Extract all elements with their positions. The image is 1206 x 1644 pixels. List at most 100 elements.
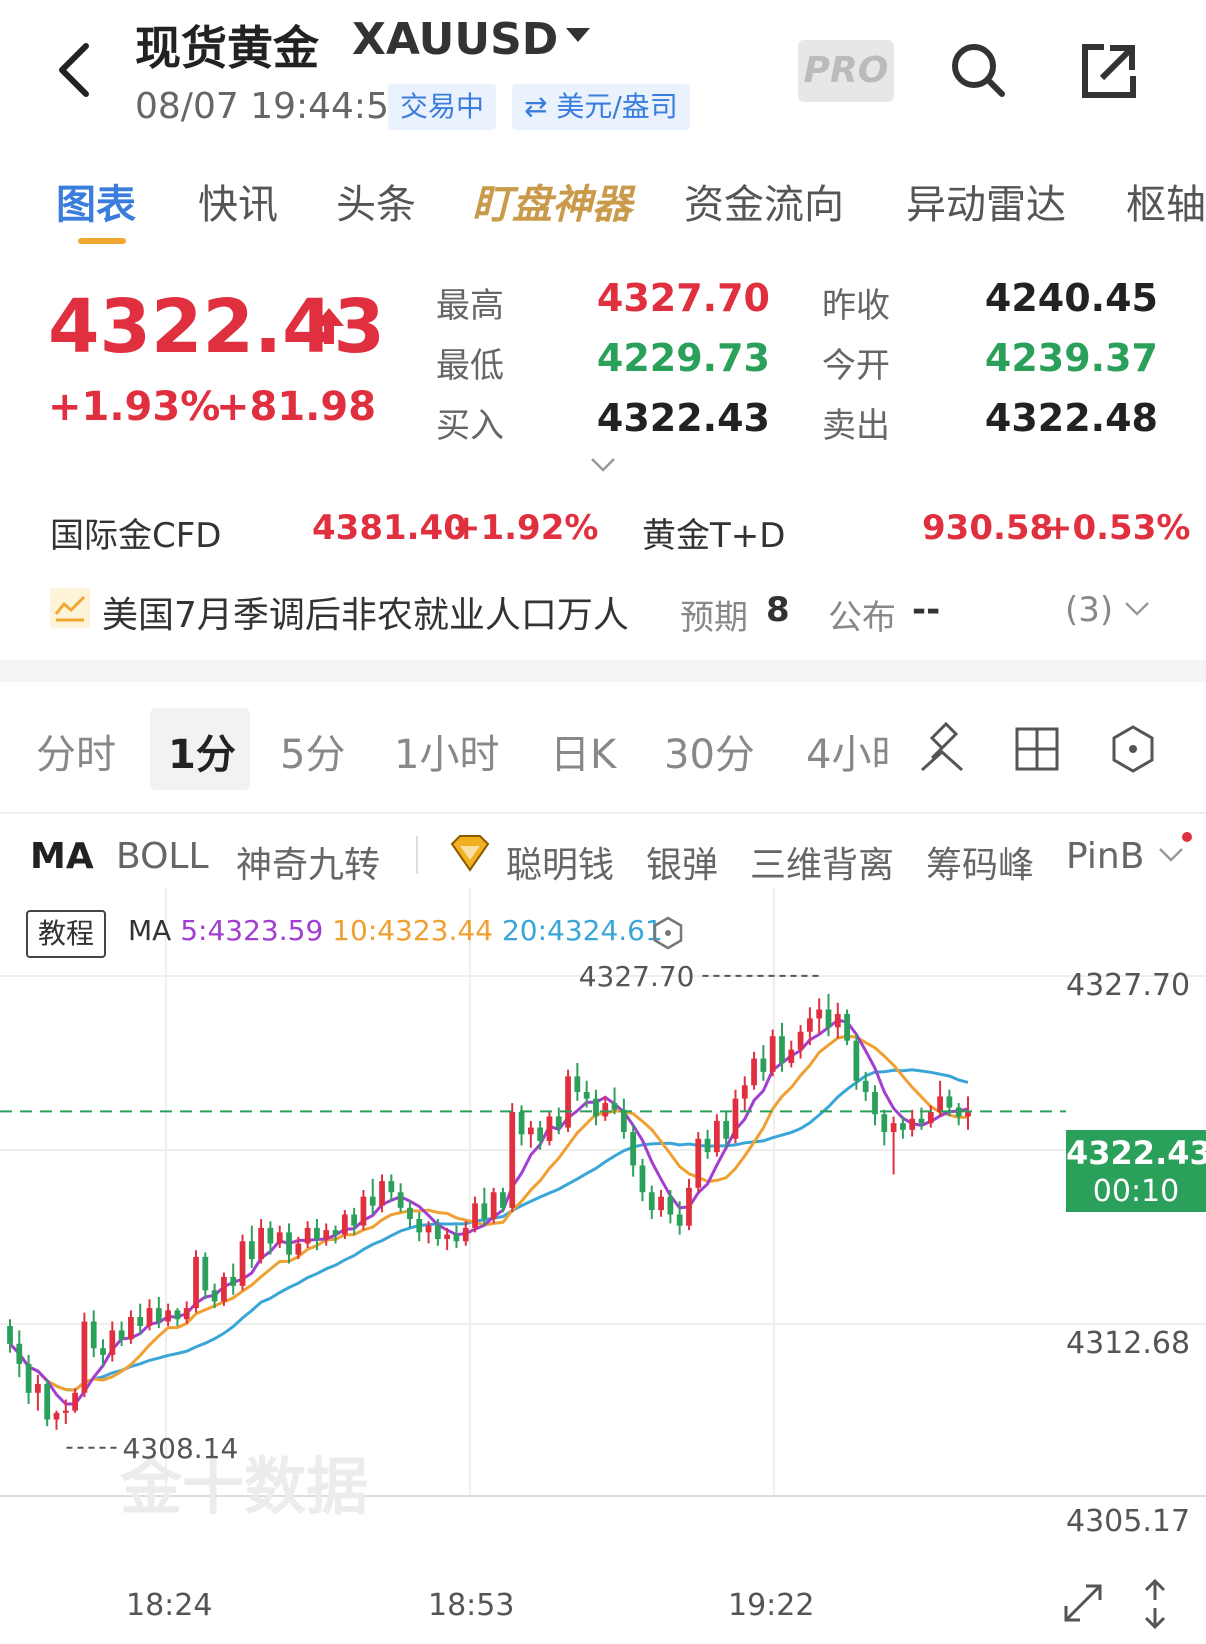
candle bbox=[732, 1089, 739, 1144]
candle-body bbox=[230, 1276, 237, 1286]
back-icon[interactable] bbox=[50, 40, 100, 100]
tab-flash[interactable]: 快讯 bbox=[198, 172, 278, 230]
related-value: 930.58 bbox=[922, 508, 1054, 548]
candle-body bbox=[862, 1080, 869, 1092]
candle-body bbox=[779, 1036, 785, 1063]
candle bbox=[965, 1096, 971, 1130]
candle bbox=[146, 1299, 153, 1331]
open-label: 今开 bbox=[822, 346, 890, 386]
chevron-down-icon[interactable] bbox=[1124, 600, 1150, 618]
search-icon[interactable] bbox=[948, 40, 1008, 100]
candle-body bbox=[7, 1325, 13, 1344]
period-tab[interactable]: 日K bbox=[550, 722, 616, 780]
y-axis-label: 4327.70 bbox=[1066, 968, 1191, 1003]
low-marker-label: 4308.14 bbox=[123, 1432, 239, 1465]
event-expected-label: 预期 bbox=[680, 598, 748, 638]
indicator-silver-bullet[interactable]: 银弹 bbox=[646, 836, 718, 888]
candle-body bbox=[751, 1058, 757, 1086]
candle bbox=[704, 1129, 711, 1159]
low-value: 4229.73 bbox=[596, 336, 770, 380]
ma-legend-label: MA bbox=[128, 914, 172, 947]
tab-fund-flow[interactable]: 资金流向 bbox=[684, 172, 844, 230]
candle bbox=[844, 1009, 850, 1046]
indicator-ma[interactable]: MA bbox=[30, 836, 94, 877]
tab-radar[interactable]: 异动雷达 bbox=[906, 172, 1066, 230]
tab-watch-tool[interactable]: 盯盘神器 bbox=[472, 172, 632, 230]
candle-body bbox=[314, 1227, 320, 1240]
prev-close-label: 昨收 bbox=[822, 286, 890, 326]
x-axis-label: 19:22 bbox=[728, 1588, 815, 1623]
tab-headlines[interactable]: 头条 bbox=[336, 172, 416, 230]
indicator-nine-turn[interactable]: 神奇九转 bbox=[236, 836, 380, 888]
candle-body bbox=[425, 1225, 432, 1233]
candle bbox=[527, 1120, 534, 1148]
tab-pivot[interactable]: 枢轴 bbox=[1126, 172, 1206, 230]
candle bbox=[620, 1098, 627, 1139]
candle-body bbox=[807, 1018, 813, 1032]
indicator-divergence[interactable]: 三维背离 bbox=[750, 836, 894, 888]
layout-grid-icon[interactable] bbox=[1014, 726, 1060, 772]
period-tab[interactable]: 1小时 bbox=[394, 722, 499, 780]
fullscreen-icon[interactable] bbox=[1060, 1580, 1106, 1626]
candle-body bbox=[909, 1118, 916, 1130]
candle-body bbox=[639, 1165, 646, 1193]
pro-button[interactable]: PRO bbox=[798, 40, 894, 102]
event-count[interactable]: (3) bbox=[1065, 590, 1113, 630]
prev-close-value: 4240.45 bbox=[984, 276, 1158, 320]
candle bbox=[397, 1183, 404, 1213]
vertical-scale-icon[interactable] bbox=[1140, 1578, 1170, 1630]
candle bbox=[128, 1310, 134, 1344]
indicator-chip-peak[interactable]: 筹码峰 bbox=[926, 836, 1034, 888]
candle bbox=[230, 1263, 237, 1295]
period-tab[interactable]: 1分 bbox=[168, 722, 236, 780]
tab-chart[interactable]: 图表 bbox=[56, 172, 136, 230]
tutorial-button[interactable]: 教程 bbox=[26, 910, 106, 958]
related-name[interactable]: 黄金T+D bbox=[642, 508, 785, 557]
symbol-dropdown-icon[interactable] bbox=[566, 28, 590, 42]
period-tab[interactable]: 5分 bbox=[280, 722, 345, 780]
candle bbox=[630, 1125, 637, 1177]
indicator-smart-money[interactable]: 聪明钱 bbox=[506, 836, 614, 888]
instrument-symbol[interactable]: XAUUSD bbox=[352, 14, 558, 65]
candle-body bbox=[844, 1013, 850, 1041]
period-tab[interactable]: 4小时 bbox=[806, 722, 888, 780]
candle-body bbox=[444, 1234, 451, 1240]
unit-switch[interactable]: ⇄ 美元/盎司 bbox=[512, 84, 690, 130]
candlestick-chart[interactable]: 金十数据 4327.704308.14 bbox=[0, 888, 1206, 1572]
candles bbox=[7, 993, 971, 1430]
share-icon[interactable] bbox=[1080, 42, 1138, 100]
related-value: 4381.40 bbox=[312, 508, 467, 548]
period-tab[interactable]: 分时 bbox=[36, 722, 116, 780]
candle-body bbox=[658, 1196, 664, 1211]
current-price-tag: 4322.43 00:10 bbox=[1066, 1130, 1206, 1212]
candle bbox=[509, 1103, 516, 1213]
event-title[interactable]: 美国7月季调后非农就业人口万人 bbox=[102, 586, 629, 638]
related-name[interactable]: 国际金CFD bbox=[50, 508, 221, 557]
open-value: 4239.37 bbox=[984, 336, 1158, 380]
chevron-down-icon[interactable] bbox=[1158, 846, 1184, 864]
candle-body bbox=[769, 1036, 776, 1072]
period-tab[interactable]: 30分 bbox=[664, 722, 755, 780]
candle bbox=[574, 1062, 581, 1101]
candle-body bbox=[732, 1098, 739, 1139]
x-axis-label: 18:24 bbox=[126, 1588, 213, 1623]
candle-body bbox=[741, 1085, 748, 1099]
candle bbox=[304, 1221, 311, 1248]
drawing-tool-icon[interactable] bbox=[918, 722, 966, 774]
candle-body bbox=[258, 1227, 265, 1260]
settings-hexagon-icon[interactable] bbox=[1110, 724, 1156, 774]
high-label: 最高 bbox=[436, 286, 504, 326]
candle-body bbox=[937, 1096, 943, 1113]
chevron-down-icon[interactable] bbox=[590, 456, 616, 474]
candle-body bbox=[276, 1232, 283, 1244]
ma-settings-icon[interactable] bbox=[652, 916, 684, 950]
candle bbox=[658, 1190, 664, 1217]
event-published-value: -- bbox=[912, 590, 941, 630]
candle bbox=[546, 1112, 553, 1146]
candle-body bbox=[648, 1192, 655, 1211]
candle-body bbox=[900, 1123, 906, 1130]
candle-body bbox=[620, 1109, 627, 1133]
indicator-pinbar[interactable]: PinB bbox=[1066, 836, 1142, 877]
indicator-boll[interactable]: BOLL bbox=[116, 836, 209, 877]
candle-body bbox=[927, 1112, 934, 1124]
